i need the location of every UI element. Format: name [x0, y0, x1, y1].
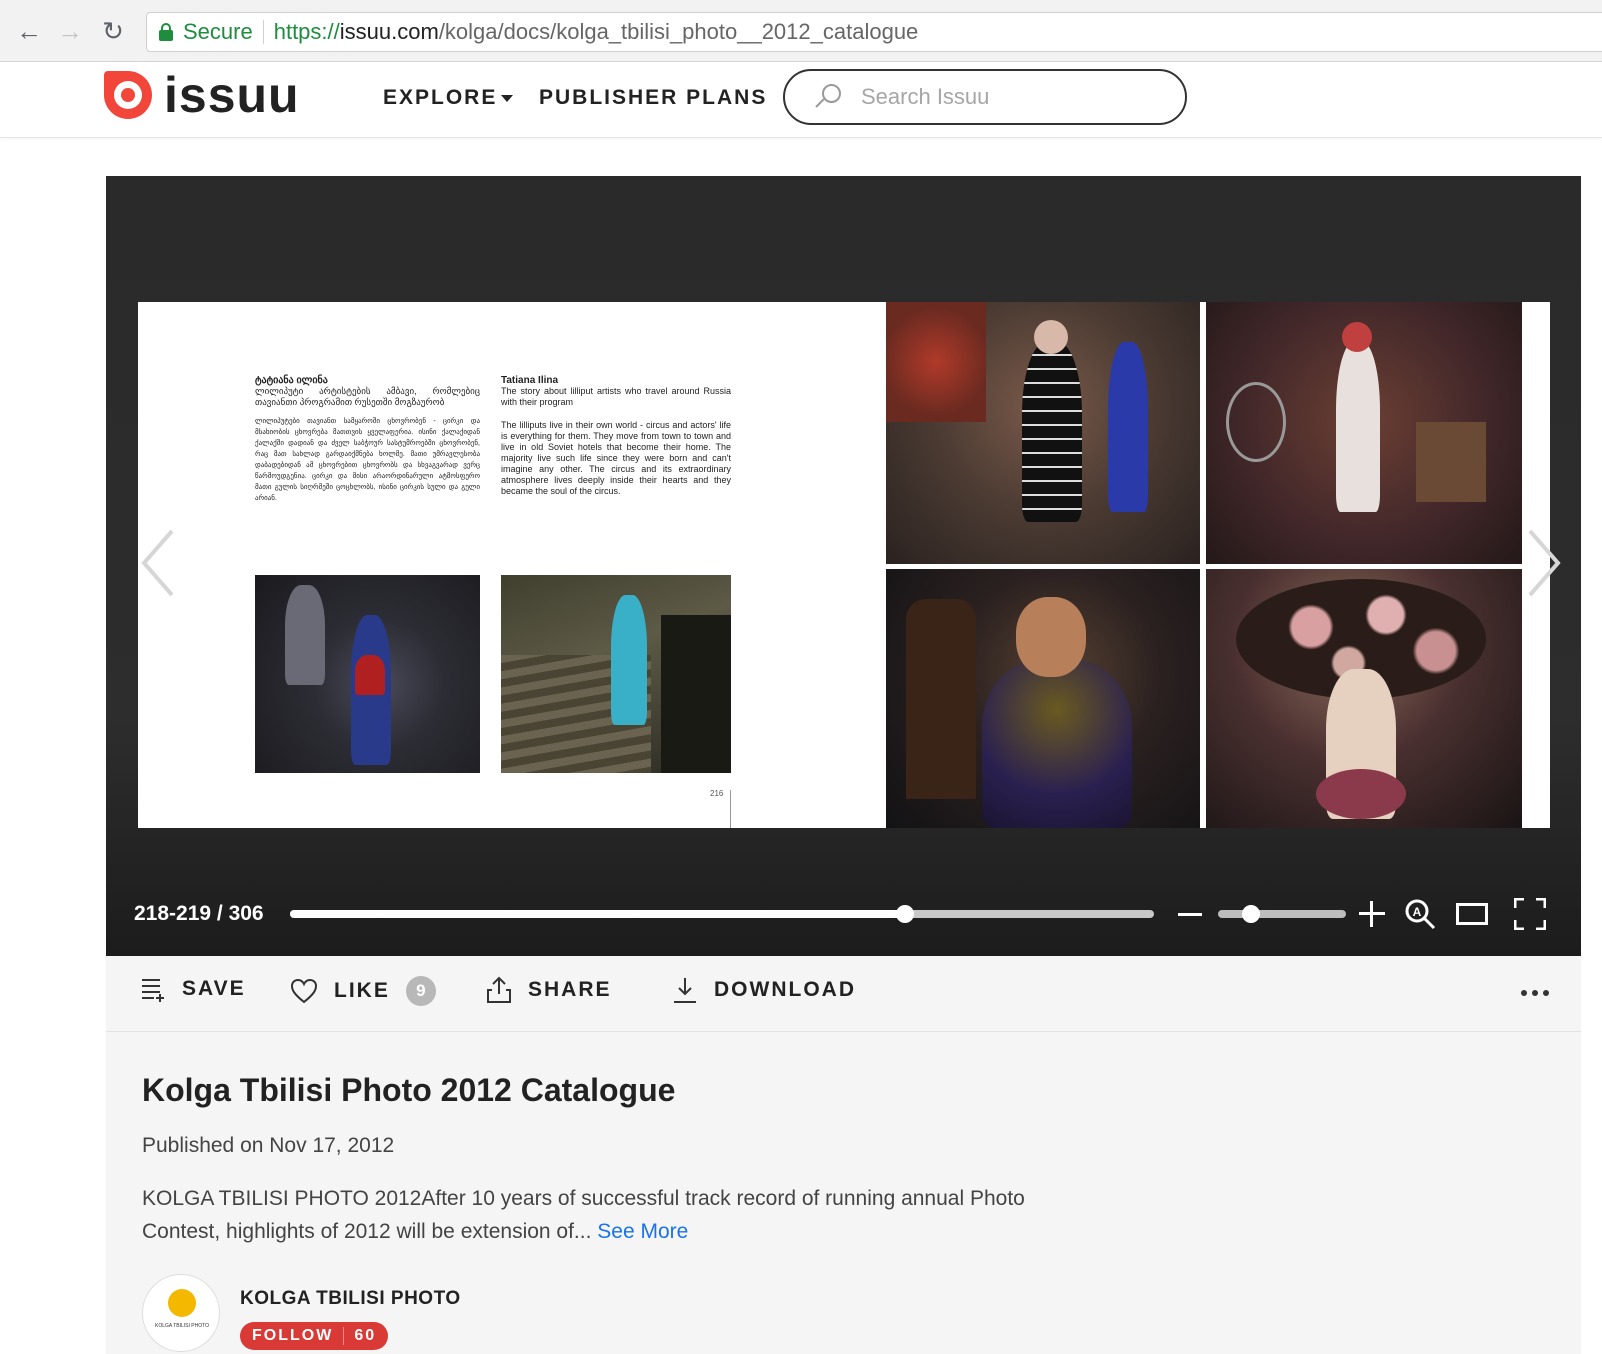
see-more-link[interactable]: See More — [597, 1220, 688, 1243]
georgian-subtitle: ლილიპუტი არტისტების ამბავი, რომლებიც თავ… — [255, 386, 480, 407]
heart-icon — [290, 978, 318, 1004]
georgian-heading: ტატიანა ილინა — [255, 375, 328, 386]
search-icon — [813, 82, 843, 112]
zoom-slider[interactable] — [1218, 905, 1346, 923]
publisher-name[interactable]: KOLGA TBILISI PHOTO — [240, 1288, 461, 1310]
avatar-text: KOLGA TBILISI PHOTO — [154, 1323, 209, 1329]
progress-thumb[interactable] — [896, 905, 915, 923]
document-reader[interactable]: ტატიანა ილინა ლილიპუტი არტისტების ამბავი… — [106, 176, 1581, 956]
download-button[interactable]: DOWNLOAD — [672, 976, 856, 1004]
fullscreen-icon[interactable] — [1514, 898, 1546, 930]
download-label: DOWNLOAD — [714, 978, 856, 1001]
photo-bouquet — [1206, 569, 1522, 828]
magnifier-icon[interactable]: A — [1404, 898, 1436, 930]
sun-logo-icon — [168, 1289, 196, 1317]
document-description: KOLGA TBILISI PHOTO 2012After 10 years o… — [142, 1182, 1062, 1248]
issuu-logo-icon — [104, 71, 152, 119]
forward-arrow-icon[interactable]: → — [53, 14, 87, 48]
georgian-text-column: ტატიანა ილინა ლილიპუტი არტისტების ამბავი… — [255, 375, 480, 512]
address-bar[interactable]: Secure https:// issuu.com /kolga/docs/ko… — [146, 12, 1602, 52]
save-label: SAVE — [182, 977, 246, 1000]
description-text: KOLGA TBILISI PHOTO 2012After 10 years o… — [142, 1187, 1025, 1243]
photo-lilliput-room — [255, 575, 480, 773]
action-bar: SAVE LIKE 9 SHARE DOWNLOAD — [106, 956, 1581, 1032]
zoom-in-icon[interactable] — [1359, 901, 1385, 927]
follower-count: 60 — [343, 1327, 388, 1345]
explore-label: EXPLORE — [383, 86, 498, 109]
more-options-icon[interactable] — [1521, 990, 1549, 998]
english-heading: Tatiana Ilina — [501, 375, 559, 386]
georgian-body: ლილიპუტები თავიანთ სამყაროში ცხოვრობენ -… — [255, 418, 480, 502]
progress-fill — [290, 910, 906, 918]
download-icon — [674, 978, 696, 1003]
english-text-column: Tatiana Ilina The story about lilliput a… — [501, 375, 731, 505]
page-divider — [730, 790, 731, 828]
page-progress-slider[interactable] — [290, 905, 1154, 923]
page-number: 216 — [710, 789, 724, 798]
save-stack-icon — [142, 979, 164, 1002]
english-subtitle: The story about lilliput artists who tra… — [501, 386, 731, 407]
page-spread: ტატიანა ილინა ლილიპუტი არტისტების ამბავი… — [138, 302, 1550, 828]
reload-icon[interactable]: ↻ — [96, 14, 130, 48]
next-page-arrow-icon[interactable] — [1524, 527, 1564, 599]
document-info: Kolga Tbilisi Photo 2012 Catalogue Publi… — [106, 1032, 1581, 1354]
follow-button[interactable]: FOLLOW 60 — [240, 1322, 389, 1350]
share-label: SHARE — [528, 978, 612, 1001]
lock-icon — [159, 23, 173, 41]
share-icon — [487, 976, 511, 1003]
page-counter: 218-219 / 306 — [134, 902, 264, 925]
like-label: LIKE — [334, 979, 390, 1002]
publisher-avatar[interactable]: KOLGA TBILISI PHOTO — [142, 1274, 220, 1352]
search-input[interactable] — [861, 84, 1161, 110]
published-date: Published on Nov 17, 2012 — [142, 1134, 395, 1157]
site-header: issuu EXPLORE PUBLISHER PLANS — [0, 62, 1602, 138]
issuu-logo[interactable]: issuu — [104, 70, 300, 120]
url-scheme: https:// — [273, 19, 340, 44]
like-button[interactable]: LIKE 9 — [290, 976, 436, 1006]
save-button[interactable]: SAVE — [140, 976, 246, 1002]
page-right — [886, 302, 1550, 828]
previous-page-arrow-icon[interactable] — [138, 527, 178, 599]
page-left: ტატიანა ილინა ლილიპუტი არტისტების ამბავი… — [138, 302, 886, 828]
like-count-badge: 9 — [405, 976, 436, 1006]
english-body: The lilliputs live in their own world - … — [501, 420, 731, 496]
secure-label: Secure — [183, 19, 253, 44]
single-page-view-icon[interactable] — [1456, 898, 1488, 930]
share-button[interactable]: SHARE — [486, 976, 612, 1004]
url-host: issuu.com — [339, 19, 439, 44]
url-divider — [262, 20, 264, 44]
logo-text: issuu — [164, 67, 300, 123]
publisher-plans-link[interactable]: PUBLISHER PLANS — [539, 86, 767, 110]
photo-ringmaster — [886, 569, 1200, 828]
chevron-down-icon — [501, 94, 514, 102]
zoom-thumb[interactable] — [1242, 905, 1261, 923]
url-path: /kolga/docs/kolga_tbilisi_photo__2012_ca… — [438, 19, 919, 44]
search-box[interactable] — [783, 69, 1187, 125]
photo-performer-costume — [1206, 302, 1522, 564]
zoom-out-icon[interactable] — [1178, 903, 1202, 927]
back-arrow-icon[interactable]: ← — [12, 14, 46, 48]
browser-toolbar: ← → ↻ Secure https:// issuu.com /kolga/d… — [0, 0, 1602, 62]
document-title: Kolga Tbilisi Photo 2012 Catalogue — [142, 1072, 676, 1108]
svg-text:A: A — [1413, 905, 1422, 919]
explore-menu[interactable]: EXPLORE — [383, 86, 514, 110]
follow-label: FOLLOW — [252, 1327, 334, 1344]
photo-clown-suit — [886, 302, 1200, 564]
photo-stairs — [501, 575, 731, 773]
